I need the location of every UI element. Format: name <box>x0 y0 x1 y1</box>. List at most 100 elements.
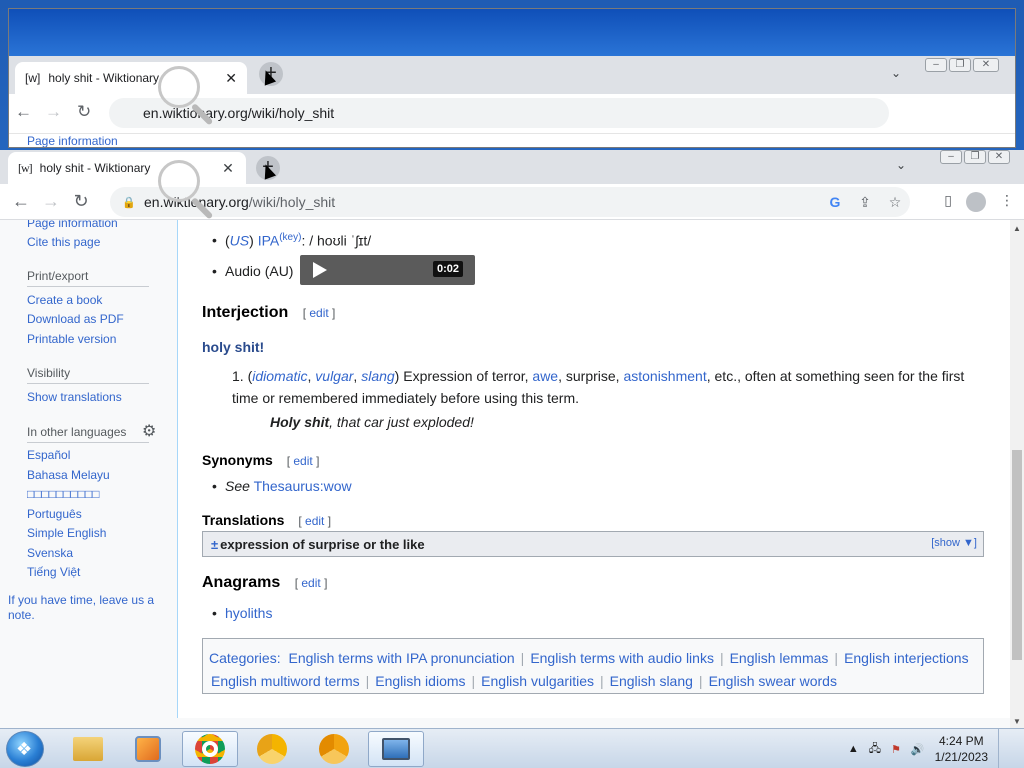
restore-icon[interactable]: ❐ <box>964 150 986 164</box>
sidebar-item-download-pdf[interactable]: Download as PDF <box>27 312 124 326</box>
taskbar-media-player[interactable] <box>120 731 176 767</box>
address-bar[interactable]: en.wiktionary.org/wiki/holy_shit <box>109 98 889 128</box>
leave-note-link[interactable]: If you have time, leave us a note. <box>8 593 173 623</box>
share-icon[interactable]: ⇪ <box>850 194 880 211</box>
ipa-link[interactable]: IPA <box>258 233 280 249</box>
label-slang[interactable]: slang <box>361 368 394 384</box>
edit-section-link[interactable]: [ edit ] <box>287 454 320 468</box>
tab-search-icon[interactable]: ⌄ <box>891 66 901 80</box>
language-link[interactable]: Español <box>27 448 70 462</box>
sidebar-item-show-translations[interactable]: Show translations <box>27 390 122 404</box>
back-icon[interactable]: ← <box>15 102 32 122</box>
toggle-icon: ± <box>211 536 219 552</box>
taskbar-remote-desktop[interactable] <box>368 731 424 767</box>
astonishment-link[interactable]: astonishment <box>623 368 706 384</box>
minimize-icon[interactable]: – <box>925 58 947 72</box>
clock[interactable]: 4:24 PM 1/21/2023 <box>935 733 988 765</box>
taskbar: ❖ ▲ 🖧 ⚑ 🔊 4:24 PM 1/21/2023 <box>0 728 1024 768</box>
taskbar-chrome-beta[interactable] <box>306 731 362 767</box>
anagram-link[interactable]: hyoliths <box>225 605 272 621</box>
google-lens-icon[interactable]: G <box>820 194 850 210</box>
volume-icon[interactable]: 🔊 <box>911 743 925 756</box>
language-link[interactable]: Svenska <box>27 546 73 560</box>
synonyms-heading: Synonyms [ edit ] <box>202 452 320 468</box>
category-link[interactable]: English interjections <box>844 650 969 666</box>
category-link[interactable]: English multiword terms <box>211 673 360 689</box>
language-link[interactable]: Tiếng Việt <box>27 565 80 579</box>
lock-icon[interactable]: 🔒 <box>122 196 136 209</box>
awe-link[interactable]: awe <box>532 368 558 384</box>
audio-player[interactable]: 0:02 <box>300 255 475 285</box>
show-translations-button[interactable]: [show ▼] <box>931 537 977 549</box>
label-vulgar[interactable]: vulgar <box>315 368 353 384</box>
close-tab-icon[interactable]: ✕ <box>220 160 236 177</box>
thesaurus-link[interactable]: Thesaurus:wow <box>254 478 352 494</box>
category-link[interactable]: English terms with audio links <box>530 650 714 666</box>
network-icon[interactable]: 🖧 <box>869 740 881 759</box>
category-link[interactable]: English idioms <box>375 673 465 689</box>
language-link[interactable]: Português <box>27 507 82 521</box>
language-link[interactable]: Simple English <box>27 526 106 540</box>
address-bar[interactable]: 🔒 en.wiktionary.org/wiki/holy_shit G ⇪ ☆ <box>110 187 910 217</box>
taskbar-chrome-canary[interactable] <box>244 731 300 767</box>
categories-label-link[interactable]: Categories: <box>209 650 281 666</box>
sidebar-item-create-book[interactable]: Create a book <box>27 293 102 307</box>
language-link[interactable]: Bahasa Melayu <box>27 468 110 482</box>
menu-kebab-icon[interactable]: ⋮ <box>1000 192 1014 212</box>
magnifier-cursor-icon <box>158 66 200 108</box>
vertical-scrollbar[interactable]: ▲ ▼ <box>1010 220 1024 728</box>
close-window-icon[interactable]: ✕ <box>973 58 999 72</box>
profile-avatar[interactable] <box>966 192 986 212</box>
category-link[interactable]: English swear words <box>709 673 837 689</box>
taskbar-chrome[interactable] <box>182 731 238 767</box>
us-label-link[interactable]: US <box>230 233 249 249</box>
synonym-item: See Thesaurus:wow <box>212 478 352 494</box>
browser-tab[interactable]: [w] holy shit - Wiktionary ✕ <box>15 62 247 94</box>
category-link[interactable]: English lemmas <box>730 650 829 666</box>
edit-section-link[interactable]: [ edit ] <box>298 514 331 528</box>
side-panel-icon[interactable]: ▯ <box>944 192 952 212</box>
restore-icon[interactable]: ❐ <box>949 58 971 72</box>
start-button[interactable]: ❖ <box>6 731 44 767</box>
show-desktop-button[interactable] <box>998 729 1010 768</box>
reload-icon[interactable]: ↻ <box>77 102 91 122</box>
browser-tab[interactable]: [w] holy shit - Wiktionary ✕ <box>8 152 246 184</box>
category-link[interactable]: English slang <box>610 673 693 689</box>
play-icon[interactable] <box>313 262 327 278</box>
ipa-key-link[interactable]: (key) <box>279 232 301 243</box>
window-titlebar <box>9 9 1015 56</box>
definition: 1. (idiomatic, vulgar, slang) Expression… <box>232 368 965 406</box>
minimize-icon[interactable]: – <box>940 150 962 164</box>
show-hidden-icons-icon[interactable]: ▲ <box>848 743 859 755</box>
gear-icon[interactable]: ⚙ <box>142 421 156 441</box>
forward-icon[interactable]: → <box>45 102 62 122</box>
close-window-icon[interactable]: ✕ <box>988 150 1010 164</box>
url-path: /wiki/holy_shit <box>248 194 336 210</box>
reload-icon[interactable]: ↻ <box>66 191 96 212</box>
browser-window[interactable]: [w] holy shit - Wiktionary ✕ + ⌄ – ❐ ✕ ←… <box>0 150 1024 728</box>
language-link[interactable]: □□□□□□□□□□ <box>27 487 99 501</box>
taskbar-explorer[interactable] <box>60 731 116 767</box>
scroll-thumb[interactable] <box>1012 450 1022 660</box>
back-icon[interactable]: ← <box>6 191 36 212</box>
category-link[interactable]: English vulgarities <box>481 673 594 689</box>
sidebar-item-cite[interactable]: Cite this page <box>27 235 100 249</box>
scroll-down-icon[interactable]: ▼ <box>1010 717 1024 726</box>
print-export-heading: Print/export <box>27 269 89 283</box>
close-tab-icon[interactable]: ✕ <box>225 70 237 87</box>
page-information-link[interactable]: Page information <box>27 134 118 147</box>
tab-search-icon[interactable]: ⌄ <box>896 158 906 172</box>
edit-section-link[interactable]: [ edit ] <box>303 306 336 320</box>
bookmark-star-icon[interactable]: ☆ <box>880 194 910 211</box>
url-text: en.wiktionary.org/wiki/holy_shit <box>144 194 820 210</box>
translation-table-toggle[interactable]: ± expression of surprise or the like [sh… <box>202 531 984 557</box>
chrome-icon <box>195 734 225 764</box>
action-center-icon[interactable]: ⚑ <box>891 743 901 756</box>
edit-section-link[interactable]: [ edit ] <box>295 576 328 590</box>
forward-icon[interactable]: → <box>36 191 66 212</box>
sidebar-item-page-information[interactable]: Page information <box>27 220 118 230</box>
sidebar-item-printable[interactable]: Printable version <box>27 332 116 346</box>
scroll-up-icon[interactable]: ▲ <box>1010 224 1024 233</box>
label-idiomatic[interactable]: idiomatic <box>252 368 307 384</box>
category-link[interactable]: English terms with IPA pronunciation <box>288 650 514 666</box>
